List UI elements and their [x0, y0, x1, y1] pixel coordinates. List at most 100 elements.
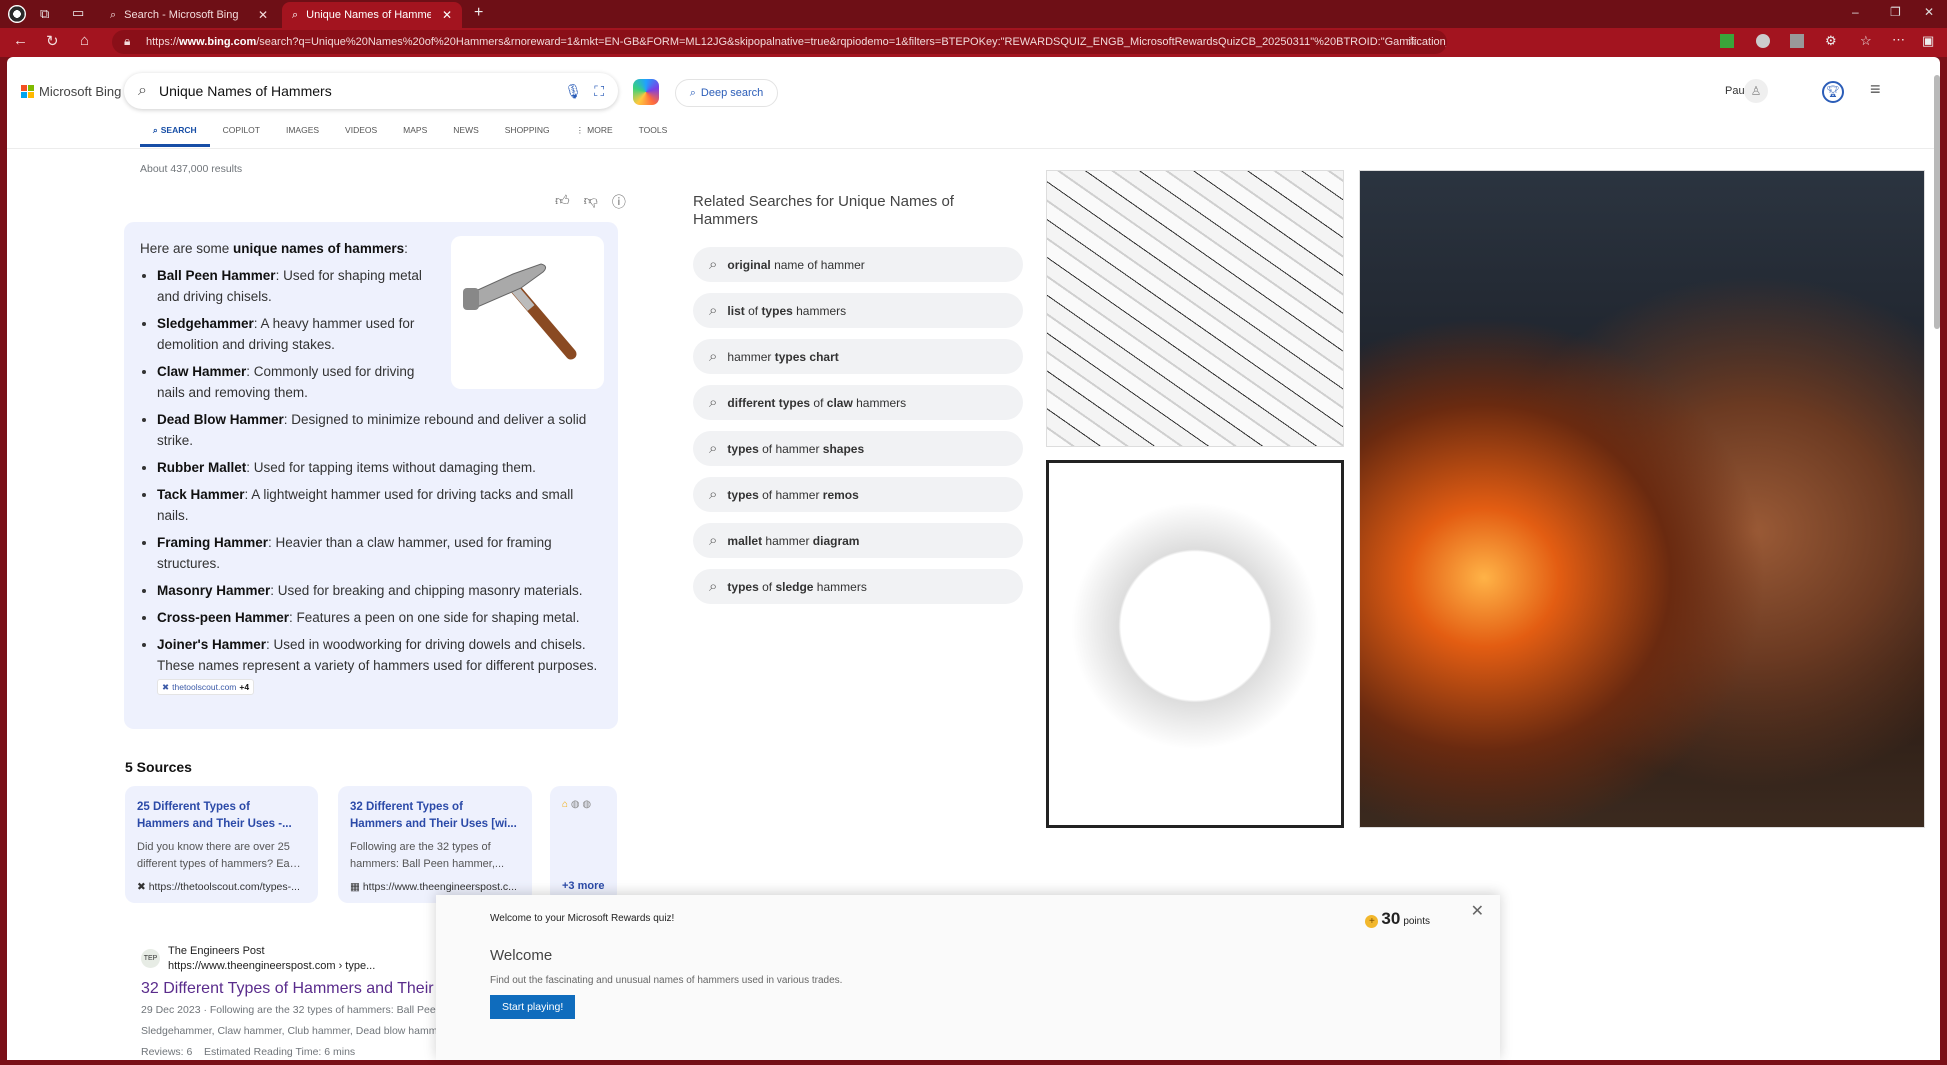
visual-search-icon[interactable]: ⛶: [594, 83, 604, 100]
tab-tools[interactable]: TOOLS: [626, 125, 681, 147]
result-reading-time: Estimated Reading Time: 6 mins: [204, 1046, 356, 1058]
related-search-fragment: list: [727, 303, 745, 318]
close-icon[interactable]: ✕: [1471, 901, 1484, 921]
tab-images[interactable]: IMAGES: [273, 125, 332, 147]
search-box[interactable]: ⌕ Unique Names of Hammers 🎙︎ ⛶: [124, 73, 618, 109]
citation-domain: thetoolscout.com: [172, 682, 237, 693]
tab-videos[interactable]: VIDEOS: [332, 125, 390, 147]
sources-heading: 5 Sources: [125, 759, 192, 775]
related-search-item[interactable]: ⌕ list of types hammers: [693, 293, 1023, 328]
sidebar-icon[interactable]: ▣: [1922, 33, 1934, 49]
item-name: Dead Blow Hammer: [157, 412, 284, 427]
source-title: 32 Different Types of: [350, 801, 463, 813]
back-icon[interactable]: ←: [13, 32, 28, 49]
close-tab-icon[interactable]: ✕: [442, 8, 452, 22]
source-card[interactable]: 32 Different Types of Hammers and Their …: [338, 786, 532, 903]
hammer-image[interactable]: [451, 236, 604, 389]
extension-icon[interactable]: [1720, 34, 1734, 48]
item-name: Claw Hammer: [157, 364, 247, 379]
citation-link[interactable]: ✖ thetoolscout.com +4: [157, 679, 255, 696]
related-search-fragment: claw: [826, 395, 853, 410]
tab-actions-icon[interactable]: ▭: [72, 5, 84, 21]
site-url[interactable]: https://www.theengineerspost.com › type.…: [168, 959, 375, 974]
info-icon[interactable]: ⓘ: [612, 192, 626, 212]
related-search-item[interactable]: ⌕ hammer types chart: [693, 339, 1023, 374]
copilot-icon[interactable]: [633, 79, 659, 105]
rewards-trophy-icon[interactable]: 🏆︎: [1822, 81, 1844, 103]
item-name: Ball Peen Hammer: [157, 268, 276, 283]
related-search-item[interactable]: ⌕ different types of claw hammers: [693, 385, 1023, 420]
extension-icon[interactable]: [1756, 34, 1770, 48]
related-search-item[interactable]: ⌕ types of hammer remos: [693, 477, 1023, 512]
tab-label: IMAGES: [285, 125, 320, 135]
home-icon[interactable]: ⌂: [80, 32, 89, 49]
related-search-fragment: of hammer: [758, 487, 823, 502]
answer-intro-bold: unique names of hammers: [233, 241, 405, 256]
tab-label: Search - Microsoft Bing: [124, 9, 239, 21]
tab-more[interactable]: ⋮ MORE: [563, 125, 626, 147]
tab-unique-names-hammers[interactable]: ⌕ Unique Names of Hammers - Sea ✕: [282, 2, 462, 28]
list-item: Masonry Hammer: Used for breaking and ch…: [157, 580, 602, 601]
source-title: 25 Different Types of: [137, 801, 250, 813]
start-playing-button[interactable]: Start playing!: [490, 995, 576, 1019]
profile-icon[interactable]: [8, 5, 26, 23]
item-desc: : Used for tapping items without damagin…: [246, 460, 536, 475]
related-search-fragment: shapes: [822, 441, 865, 456]
tab-label: SEARCH: [160, 125, 197, 135]
tab-label: MORE: [587, 125, 613, 135]
search-input[interactable]: Unique Names of Hammers: [159, 83, 552, 99]
site-name[interactable]: The Engineers Post: [168, 944, 375, 959]
new-tab-button[interactable]: +: [474, 4, 483, 22]
deep-search-button[interactable]: ⌕ Deep search: [675, 79, 778, 107]
results-count: About 437,000 results: [140, 163, 243, 175]
hammer-diagram-image[interactable]: [1046, 460, 1344, 828]
item-name: Framing Hammer: [157, 535, 269, 550]
related-search-item[interactable]: ⌕ original name of hammer: [693, 247, 1023, 282]
search-icon: ⌕: [292, 8, 299, 21]
hamburger-menu-icon[interactable]: ≡: [1870, 79, 1881, 100]
related-search-item[interactable]: ⌕ mallet hammer diagram: [693, 523, 1023, 558]
tab-copilot[interactable]: COPILOT: [210, 125, 273, 147]
quiz-description: Find out the fascinating and unusual nam…: [490, 975, 843, 986]
tab-shopping[interactable]: SHOPPING: [492, 125, 563, 147]
scrollbar[interactable]: [1934, 57, 1940, 1060]
avatar[interactable]: ♙: [1744, 79, 1768, 103]
tab-label: COPILOT: [222, 125, 260, 135]
blacksmiths-illustration-image[interactable]: [1359, 170, 1925, 828]
tab-search-bing[interactable]: ⌕ Search - Microsoft Bing ✕: [100, 2, 278, 28]
related-search-text: types of hammer remos: [727, 488, 858, 502]
favorites-icon[interactable]: ☆: [1860, 33, 1872, 49]
bing-logo[interactable]: Microsoft Bing: [21, 84, 121, 99]
extension-icon[interactable]: [1790, 34, 1804, 48]
tab-search[interactable]: ⌕ SEARCH: [140, 125, 210, 147]
thumbs-up-icon[interactable]: 👍︎: [555, 192, 570, 212]
star-icon[interactable]: ☆: [1406, 33, 1418, 49]
search-icon: ⌕: [709, 578, 718, 595]
hammer-sketch-image[interactable]: [1046, 170, 1344, 447]
extensions-icon[interactable]: ⚙: [1825, 33, 1837, 49]
thumbs-down-icon[interactable]: 👎︎: [584, 192, 598, 212]
close-window-button[interactable]: ✕: [1924, 5, 1934, 19]
related-search-item[interactable]: ⌕ types of sledge hammers: [693, 569, 1023, 604]
tab-maps[interactable]: MAPS: [390, 125, 440, 147]
scrollbar-thumb[interactable]: [1934, 75, 1940, 329]
related-search-item[interactable]: ⌕ types of hammer shapes: [693, 431, 1023, 466]
minimize-button[interactable]: –: [1852, 5, 1859, 19]
url-bar[interactable]: https://www.bing.com/search?q=Unique%20N…: [112, 30, 1447, 54]
more-icon[interactable]: ⋯: [1892, 32, 1905, 48]
refresh-icon[interactable]: ↻: [46, 32, 59, 50]
more-sources-card[interactable]: ⌂ ◍ ◍ +3 more: [550, 786, 617, 903]
more-sources-link[interactable]: +3 more: [562, 878, 605, 895]
restore-button[interactable]: ❐: [1890, 5, 1901, 19]
microphone-icon[interactable]: 🎙︎: [564, 83, 582, 100]
browser-tab-bar: ⧉ ▭ ⌕ Search - Microsoft Bing ✕ ⌕ Unique Na…: [0, 0, 1947, 28]
item-desc: : Used for breaking and chipping masonry…: [270, 583, 583, 598]
source-card[interactable]: 25 Different Types of Hammers and Their …: [125, 786, 318, 903]
related-searches: Related Searches for Unique Names of Ham…: [693, 193, 1023, 604]
workspaces-icon[interactable]: ⧉: [40, 6, 49, 22]
close-tab-icon[interactable]: ✕: [258, 8, 268, 22]
item-desc: : Features a peen on one side for shapin…: [289, 610, 580, 625]
tab-news[interactable]: NEWS: [440, 125, 492, 147]
lock-icon[interactable]: 🔒︎: [124, 34, 130, 49]
related-search-fragment: name of hammer: [770, 257, 865, 272]
